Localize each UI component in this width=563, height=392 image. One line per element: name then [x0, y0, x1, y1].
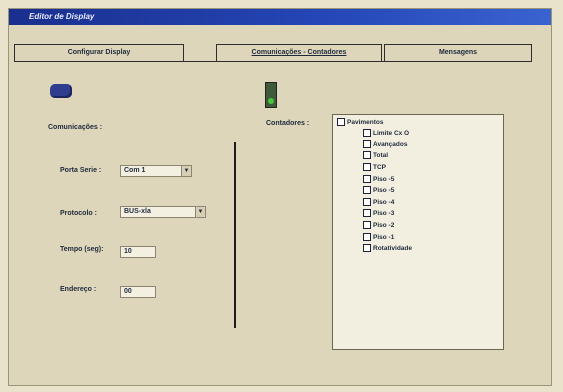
tab-comunicacoes-contadores[interactable]: Comunicações - Contadores — [216, 44, 382, 62]
checkbox[interactable] — [363, 175, 371, 184]
porta-serie-label: Porta Serie : — [60, 167, 102, 174]
checkbox[interactable] — [363, 198, 371, 207]
checkbox[interactable] — [363, 209, 371, 218]
tempo-label: Tempo (seg): — [60, 246, 104, 253]
checkbox[interactable] — [363, 186, 371, 195]
tab-mensagens[interactable]: Mensagens — [384, 44, 532, 62]
protocolo-label: Protocolo : — [60, 210, 97, 217]
tree-item[interactable]: Piso -1 — [363, 233, 394, 243]
protocolo-select[interactable]: BUS-xla ▼ — [120, 206, 206, 218]
tree-item[interactable]: Rotatividade — [363, 244, 412, 254]
checkbox[interactable] — [337, 118, 345, 127]
tab-bar: Configurar Display Comunicações - Contad… — [14, 44, 532, 62]
tree-item[interactable]: Piso -2 — [363, 221, 394, 231]
tree-item[interactable]: Limite Cx O — [363, 129, 409, 139]
porta-serie-select[interactable]: Com 1 ▼ — [120, 165, 192, 177]
tree-item[interactable]: Piso -5 — [363, 175, 394, 185]
checkbox[interactable] — [363, 140, 371, 149]
checkbox[interactable] — [363, 221, 371, 230]
protocolo-value: BUS-xla — [124, 208, 151, 215]
contadores-label: Contadores : — [266, 120, 310, 127]
comunicacoes-label: Comunicações : — [48, 124, 103, 131]
vertical-divider — [234, 142, 236, 328]
checkbox[interactable] — [363, 163, 371, 172]
traffic-light-icon — [265, 82, 277, 108]
endereco-input[interactable]: 00 — [120, 286, 156, 298]
tab-configurar-display[interactable]: Configurar Display — [14, 44, 184, 62]
tree-item[interactable]: Piso -4 — [363, 198, 394, 208]
tree-item[interactable]: Total — [363, 151, 388, 161]
checkbox[interactable] — [363, 151, 371, 160]
tree-item[interactable]: Piso -3 — [363, 209, 394, 219]
checkbox[interactable] — [363, 244, 371, 253]
tree-root-item[interactable]: Pavimentos — [337, 118, 384, 128]
window-title: Editor de Display — [9, 9, 551, 25]
chevron-down-icon[interactable]: ▼ — [181, 166, 191, 176]
checkbox[interactable] — [363, 129, 371, 138]
tree-item[interactable]: TCP — [363, 163, 386, 173]
checkbox[interactable] — [363, 233, 371, 242]
chevron-down-icon[interactable]: ▼ — [195, 207, 205, 217]
contadores-tree[interactable]: Pavimentos Limite Cx O Avançados Total T… — [332, 114, 504, 350]
tempo-input[interactable]: 10 — [120, 246, 156, 258]
communication-icon — [50, 84, 72, 98]
tree-item[interactable]: Piso -5 — [363, 186, 394, 196]
endereco-label: Endereço : — [60, 286, 97, 293]
tree-item[interactable]: Avançados — [363, 140, 407, 150]
porta-serie-value: Com 1 — [124, 167, 146, 174]
